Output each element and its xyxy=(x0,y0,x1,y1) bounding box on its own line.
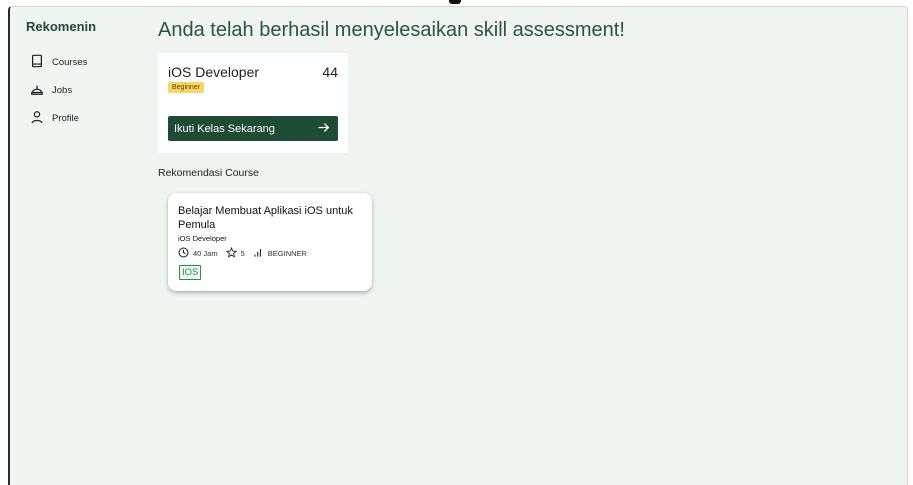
join-class-label: Ikuti Kelas Sekarang xyxy=(174,122,275,135)
main-content: Anda telah berhasil menyelesaikan skill … xyxy=(148,7,907,485)
sidebar-item-label: Courses xyxy=(52,57,88,68)
skill-result-card: iOS Developer 44 Beginner Ikuti Kelas Se… xyxy=(158,53,348,153)
book-icon xyxy=(30,54,44,71)
page-title: Anda telah berhasil menyelesaikan skill … xyxy=(158,19,625,41)
level-badge: Beginner xyxy=(168,82,205,93)
course-title: Belajar Membuat Aplikasi iOS untuk Pemul… xyxy=(178,205,353,231)
level-text: BEGINNER xyxy=(267,249,307,258)
level-meta: BEGINNER xyxy=(253,247,307,260)
sidebar-item-label: Profile xyxy=(52,113,79,124)
duration-meta: 40 Jam xyxy=(178,247,218,260)
user-icon xyxy=(30,110,44,127)
course-card[interactable]: Belajar Membuat Aplikasi iOS untuk Pemul… xyxy=(168,193,372,291)
app-frame: Rekomenin Courses Jobs Profile Anda tela… xyxy=(8,6,908,485)
clipped-heading-fragment xyxy=(449,0,461,4)
sidebar-item-label: Jobs xyxy=(52,85,73,96)
skill-score: 44 xyxy=(322,64,338,80)
course-meta: 40 Jam 5 BEGINNER xyxy=(178,246,315,260)
clock-icon xyxy=(178,247,193,260)
sidebar-item-jobs[interactable]: Jobs xyxy=(30,82,72,99)
section-heading: Rekomendasi Course xyxy=(158,167,259,179)
join-class-button[interactable]: Ikuti Kelas Sekarang xyxy=(168,116,338,141)
sidebar-item-profile[interactable]: Profile xyxy=(30,110,79,127)
hard-hat-icon xyxy=(30,82,44,99)
rating-meta: 5 xyxy=(225,246,245,260)
course-tag: IOS xyxy=(179,265,202,280)
duration-text: 40 Jam xyxy=(193,249,218,258)
signal-bars-icon xyxy=(253,247,268,260)
sidebar-item-courses[interactable]: Courses xyxy=(30,54,87,71)
star-icon xyxy=(225,246,241,260)
brand-logo[interactable]: Rekomenin xyxy=(26,19,96,34)
skill-title: iOS Developer xyxy=(168,64,260,80)
course-path: iOS Developer xyxy=(178,234,227,243)
rating-text: 5 xyxy=(240,249,245,258)
arrow-right-icon xyxy=(317,121,330,137)
sidebar: Rekomenin Courses Jobs Profile xyxy=(10,7,148,485)
